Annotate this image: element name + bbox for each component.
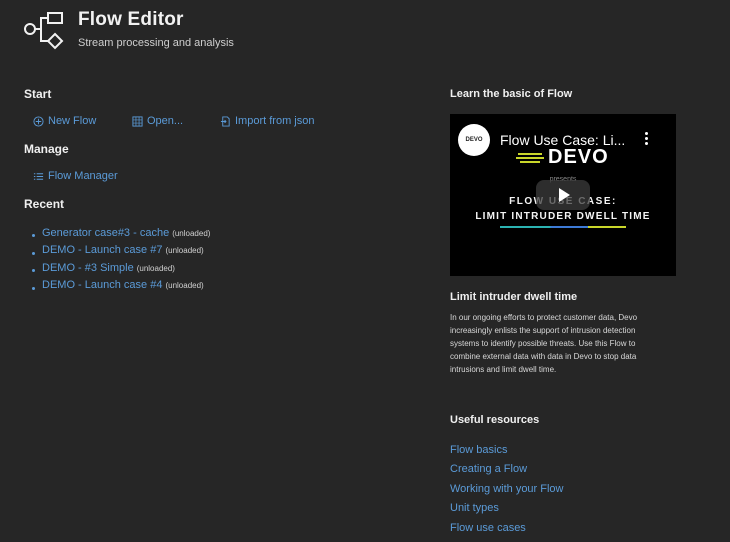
header: Flow Editor Stream processing and analys…	[24, 9, 234, 50]
channel-avatar[interactable]: DEVO	[458, 124, 490, 156]
flow-manager-label: Flow Manager	[48, 170, 118, 182]
video-description: In our ongoing efforts to protect custom…	[450, 313, 638, 374]
recent-item: DEMO - #3 Simple (unloaded)	[32, 259, 210, 277]
resource-item: Unit types	[450, 499, 564, 519]
resource-link[interactable]: Unit types	[450, 502, 499, 514]
grid-icon	[132, 115, 143, 127]
flow-diagram-icon	[24, 12, 64, 50]
resource-link[interactable]: Working with your Flow	[450, 483, 564, 495]
resources-list: Flow basics Creating a Flow Working with…	[450, 440, 564, 538]
video-color-bar	[500, 226, 626, 228]
bullet-icon	[32, 234, 35, 238]
video-brand: DEVO	[548, 146, 609, 168]
resources-section-title: Useful resources	[450, 414, 540, 426]
bullet-icon	[32, 269, 35, 273]
channel-name: DEVO	[465, 137, 483, 143]
plus-circle-icon	[33, 115, 44, 127]
flow-manager-button[interactable]: Flow Manager	[33, 170, 118, 182]
resource-item: Creating a Flow	[450, 460, 564, 480]
new-flow-label: New Flow	[48, 115, 97, 127]
recent-item-status: (unloaded)	[165, 246, 204, 256]
recent-item-link[interactable]: DEMO - Launch case #7	[42, 244, 162, 256]
open-label: Open...	[147, 115, 184, 127]
new-flow-button[interactable]: New Flow	[33, 115, 96, 127]
recent-section-title: Recent	[24, 197, 65, 211]
video-heading: Limit intruder dwell time	[450, 291, 578, 303]
resource-link[interactable]: Creating a Flow	[450, 463, 527, 475]
video-player[interactable]: DEVO Flow Use Case: Li... DEVO presents …	[450, 114, 676, 276]
recent-item: DEMO - Launch case #4 (unloaded)	[32, 277, 210, 295]
recent-item-link[interactable]: DEMO - #3 Simple	[42, 262, 134, 274]
bullet-icon	[32, 286, 35, 290]
recent-item-status: (unloaded)	[136, 263, 175, 273]
resource-link[interactable]: Flow basics	[450, 444, 507, 456]
recent-item-status: (unloaded)	[172, 228, 211, 238]
import-json-button[interactable]: Import from json	[220, 115, 314, 127]
recent-item: DEMO - Launch case #7 (unloaded)	[32, 242, 210, 260]
recent-item-status: (unloaded)	[165, 281, 204, 291]
page-subtitle: Stream processing and analysis	[78, 37, 234, 49]
import-json-label: Import from json	[235, 115, 315, 127]
recent-list: Generator case#3 - cache (unloaded) DEMO…	[32, 224, 210, 294]
manage-section-title: Manage	[24, 142, 69, 156]
header-text: Flow Editor Stream processing and analys…	[78, 9, 234, 49]
recent-item: Generator case#3 - cache (unloaded)	[32, 224, 210, 242]
open-button[interactable]: Open...	[132, 115, 183, 127]
resource-item: Working with your Flow	[450, 479, 564, 499]
devo-brand-mark-icon	[516, 153, 544, 163]
bullet-icon	[32, 251, 35, 255]
recent-item-link[interactable]: DEMO - Launch case #4	[42, 279, 162, 291]
video-line-2: LIMIT INTRUDER DWELL TIME	[475, 211, 651, 222]
resource-item: Flow basics	[450, 440, 564, 460]
play-icon	[559, 188, 570, 202]
learn-section-title: Learn the basic of Flow	[450, 88, 573, 100]
list-icon	[33, 172, 44, 180]
more-options-icon[interactable]	[645, 132, 648, 147]
resource-link[interactable]: Flow use cases	[450, 522, 526, 534]
play-button[interactable]	[536, 180, 590, 210]
resource-item: Flow use cases	[450, 518, 564, 538]
page-title: Flow Editor	[78, 9, 184, 30]
start-section-title: Start	[24, 87, 52, 101]
recent-item-link[interactable]: Generator case#3 - cache	[42, 227, 169, 239]
import-file-icon	[220, 115, 230, 127]
